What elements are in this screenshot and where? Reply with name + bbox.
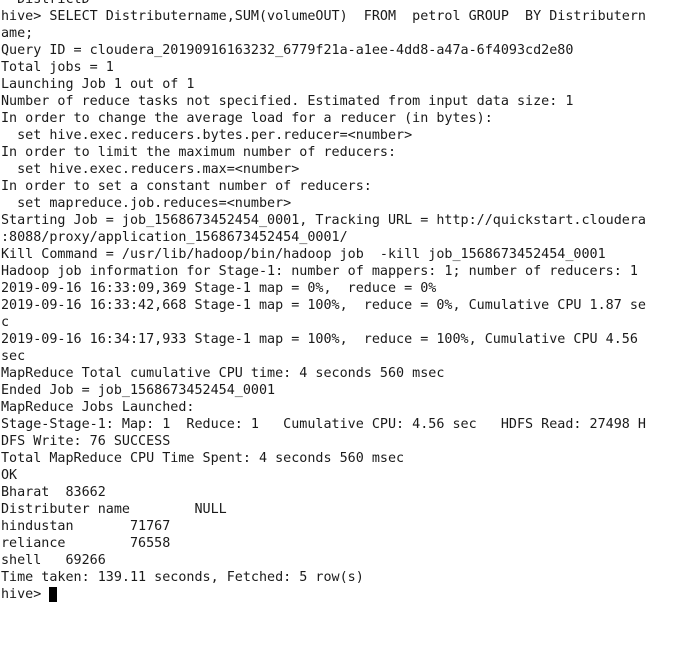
terminal-line: Query ID = cloudera_20190916163232_6779f… — [1, 43, 574, 58]
terminal-window[interactable]: DistrictD hive> SELECT Distributername,S… — [0, 0, 692, 664]
terminal-line: DFS Write: 76 SUCCESS — [1, 434, 171, 449]
terminal-line: set hive.exec.reducers.bytes.per.reducer… — [1, 128, 413, 143]
terminal-line: Total jobs = 1 — [1, 60, 114, 75]
terminal-line: shell 69266 — [1, 553, 106, 568]
terminal-line: Launching Job 1 out of 1 — [1, 77, 195, 92]
terminal-line: hindustan 71767 — [1, 519, 171, 534]
terminal-line: sec — [1, 349, 26, 364]
text-cursor — [49, 587, 58, 602]
terminal-line: set hive.exec.reducers.max=<number> — [1, 162, 300, 177]
terminal-line: c — [1, 315, 10, 330]
terminal-line: MapReduce Jobs Launched: — [1, 400, 195, 415]
terminal-line: Starting Job = job_1568673452454_0001, T… — [1, 213, 646, 228]
terminal-line: reliance 76558 — [1, 536, 171, 551]
terminal-line: 2019-09-16 16:33:42,668 Stage-1 map = 10… — [1, 298, 646, 313]
terminal-line: OK — [1, 468, 18, 483]
terminal-line: MapReduce Total cumulative CPU time: 4 s… — [1, 366, 445, 381]
terminal-line: 2019-09-16 16:34:17,933 Stage-1 map = 10… — [1, 332, 638, 347]
terminal-line: set mapreduce.job.reduces=<number> — [1, 196, 292, 211]
terminal-line: Hadoop job information for Stage-1: numb… — [1, 264, 638, 279]
terminal-line: Time taken: 139.11 seconds, Fetched: 5 r… — [1, 570, 364, 585]
terminal-line: Number of reduce tasks not specified. Es… — [1, 94, 574, 109]
terminal-line: ame; — [1, 26, 34, 41]
prompt-label: hive> — [1, 587, 50, 602]
terminal-line: Distributer name NULL — [1, 502, 227, 517]
terminal-line: In order to change the average load for … — [1, 111, 493, 126]
command-prompt[interactable]: hive> — [0, 586, 692, 603]
terminal-line: :8088/proxy/application_1568673452454_00… — [1, 230, 348, 245]
terminal-line: In order to set a constant number of red… — [1, 179, 372, 194]
terminal-line: In order to limit the maximum number of … — [1, 145, 397, 160]
terminal-line: 2019-09-16 16:33:09,369 Stage-1 map = 0%… — [1, 281, 437, 296]
terminal-line: hive> SELECT Distributername,SUM(volumeO… — [1, 9, 646, 24]
terminal-line: Ended Job = job_1568673452454_0001 — [1, 383, 276, 398]
terminal-line: DistrictD — [0, 0, 692, 8]
terminal-line: Total MapReduce CPU Time Spent: 4 second… — [1, 451, 405, 466]
terminal-line: Bharat 83662 — [1, 485, 106, 500]
terminal-line: Stage-Stage-1: Map: 1 Reduce: 1 Cumulati… — [1, 417, 646, 432]
terminal-line: Kill Command = /usr/lib/hadoop/bin/hadoo… — [1, 247, 606, 262]
